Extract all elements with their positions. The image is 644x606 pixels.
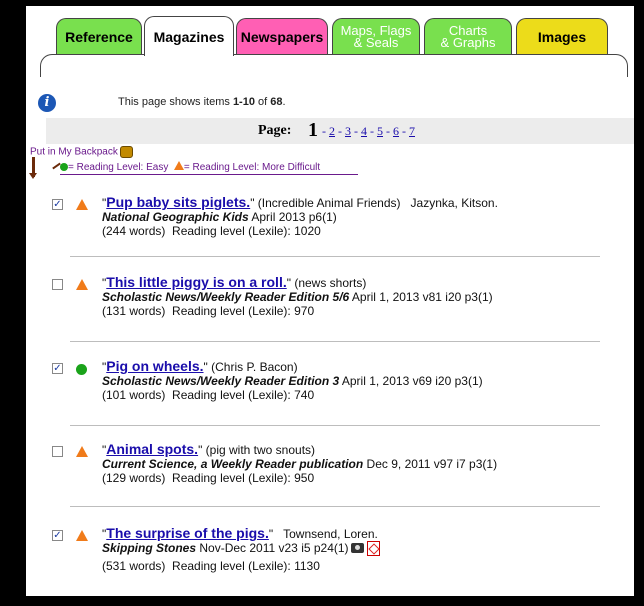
easy-dot-icon	[76, 364, 87, 375]
page-link[interactable]: 5	[377, 124, 383, 138]
article-extra: (news shorts)	[294, 276, 367, 290]
article-title-link[interactable]: Pup baby sits piglets.	[106, 194, 250, 210]
article-author: Jazynka, Kitson.	[410, 196, 498, 210]
publication: Scholastic News/Weekly Reader Edition 5/…	[102, 290, 350, 304]
tab-maps-line2: & Seals	[353, 34, 399, 50]
page-link[interactable]: 2	[329, 124, 335, 138]
lexile-level: Reading level (Lexile): 1020	[172, 224, 321, 238]
publication: Skipping Stones	[102, 541, 197, 555]
lexile-level: Reading level (Lexile): 970	[172, 304, 315, 318]
citation: April 2013 p6(1)	[251, 210, 337, 224]
put-in-backpack-button[interactable]: Put in My Backpack	[30, 146, 133, 158]
article-title-link[interactable]: This little piggy is on a roll.	[106, 274, 286, 290]
difficult-triangle-icon	[173, 161, 184, 170]
pagination-bar: Page: 1 - 2 - 3 - 4 - 5 - 6 - 7	[46, 118, 634, 144]
pdf-icon[interactable]	[366, 541, 380, 556]
lexile-level: Reading level (Lexile): 950	[172, 471, 315, 485]
lexile-level: Reading level (Lexile): 740	[172, 388, 315, 402]
tab-newspapers[interactable]: Newspapers	[236, 18, 328, 54]
word-count: (101 words)	[102, 388, 166, 402]
publication: National Geographic Kids	[102, 210, 249, 224]
article-title-link[interactable]: Pig on wheels.	[106, 358, 203, 374]
legend-difficult: = Reading Level: More Difficult	[183, 162, 321, 173]
tab-maps-flags-seals[interactable]: Maps, Flags & Seals	[332, 18, 420, 54]
results-panel: Reference Magazines Newspapers Maps, Fla…	[26, 6, 634, 596]
citation: Nov-Dec 2011 v23 i5 p24(1)	[199, 541, 349, 555]
citation: April 1, 2013 v81 i20 p3(1)	[351, 290, 493, 304]
tab-reference[interactable]: Reference	[56, 18, 142, 54]
item-divider	[70, 256, 600, 257]
results-count: This page shows items 1-10 of 68.	[118, 96, 286, 108]
item-divider	[70, 506, 600, 507]
tab-magazines[interactable]: Magazines	[144, 16, 234, 56]
select-checkbox[interactable]	[52, 446, 63, 457]
pagination-label: Page:	[258, 123, 292, 138]
difficult-triangle-icon	[76, 446, 88, 457]
difficult-triangle-icon	[76, 199, 88, 210]
easy-dot-icon	[60, 163, 68, 171]
lexile-level: Reading level (Lexile): 1130	[172, 559, 320, 573]
select-checkbox[interactable]: ✓	[52, 363, 63, 374]
info-icon: i	[38, 94, 56, 112]
page-link[interactable]: 3	[345, 124, 351, 138]
tab-magazines-label: Magazines	[153, 28, 225, 45]
article-extra: (pig with two snouts)	[205, 443, 316, 457]
tab-bar-outline	[40, 54, 628, 77]
select-checkbox[interactable]: ✓	[52, 530, 63, 541]
select-checkbox[interactable]	[52, 279, 63, 290]
camera-icon[interactable]	[350, 543, 364, 553]
legend-easy: = Reading Level: Easy	[68, 162, 169, 173]
tab-newspapers-label: Newspapers	[240, 28, 324, 45]
legend-divider	[60, 174, 358, 175]
page-link[interactable]: 4	[361, 124, 367, 138]
difficult-triangle-icon	[76, 530, 88, 541]
publication: Scholastic News/Weekly Reader Edition 3	[102, 374, 340, 388]
citation: April 1, 2013 v69 i20 p3(1)	[341, 374, 483, 388]
word-count: (531 words)	[102, 559, 166, 573]
select-checkbox[interactable]: ✓	[52, 199, 63, 210]
item-divider	[70, 341, 600, 342]
article-title-link[interactable]: Animal spots.	[106, 441, 198, 457]
reading-level-legend: = Reading Level: Easy = Reading Level: M…	[60, 161, 320, 173]
word-count: (131 words)	[102, 304, 166, 318]
tab-images-label: Images	[537, 28, 587, 45]
tab-images[interactable]: Images	[516, 18, 608, 54]
backpack-label: Put in My Backpack	[30, 146, 118, 158]
tab-charts-graphs[interactable]: Charts & Graphs	[424, 18, 512, 54]
article-extra: (Incredible Animal Friends)	[257, 196, 401, 210]
citation: Dec 9, 2011 v97 i7 p3(1)	[366, 457, 498, 471]
page-link[interactable]: 7	[409, 124, 415, 138]
pagination-links: - 2 - 3 - 4 - 5 - 6 - 7	[322, 124, 415, 138]
article-extra: (Chris P. Bacon)	[211, 360, 298, 374]
article-title-link[interactable]: The surprise of the pigs.	[106, 525, 269, 541]
backpack-icon	[119, 146, 133, 158]
article-author: Townsend, Loren.	[283, 527, 378, 541]
pagination-current: 1	[308, 119, 318, 141]
tab-reference-label: Reference	[65, 28, 133, 45]
arrow-down-icon	[29, 157, 37, 179]
difficult-triangle-icon	[76, 279, 88, 290]
word-count: (244 words)	[102, 224, 166, 238]
page-link[interactable]: 6	[393, 124, 399, 138]
word-count: (129 words)	[102, 471, 166, 485]
item-divider	[70, 425, 600, 426]
tab-charts-line2: & Graphs	[440, 34, 496, 50]
publication: Current Science, a Weekly Reader publica…	[102, 457, 364, 471]
